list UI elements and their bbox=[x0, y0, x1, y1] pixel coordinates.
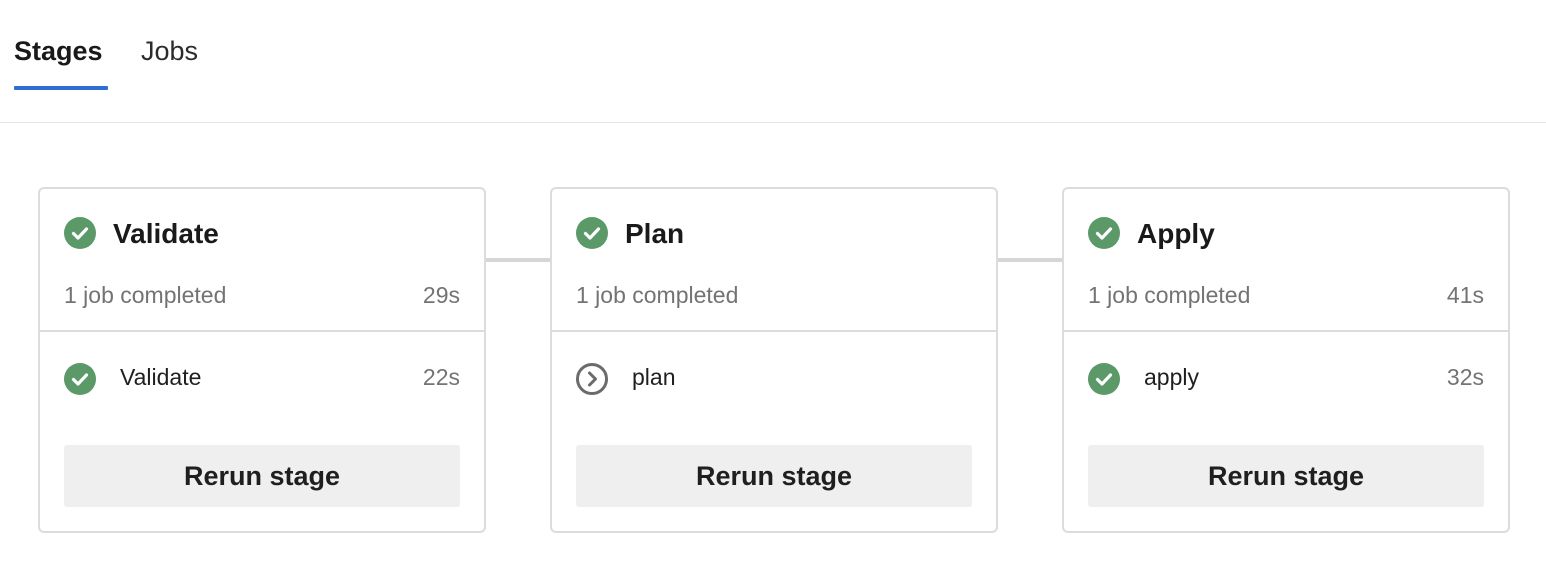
stage-duration: 29s bbox=[422, 282, 460, 308]
tab-bar: Stages Jobs bbox=[0, 0, 1546, 123]
job-name[interactable]: Validate bbox=[120, 362, 201, 392]
success-check-icon bbox=[1088, 363, 1120, 395]
job-duration: 22s bbox=[422, 364, 460, 390]
stage-header: Apply 1 job completed 41s bbox=[1064, 189, 1508, 332]
stage-header: Plan 1 job completed bbox=[552, 189, 996, 332]
rerun-stage-button[interactable]: Rerun stage bbox=[576, 445, 972, 507]
stage-card-validate: Validate 1 job completed 29s Validate 22… bbox=[38, 187, 486, 533]
job-name[interactable]: apply bbox=[1144, 362, 1199, 392]
stage-summary: 1 job completed bbox=[1088, 282, 1251, 308]
job-row[interactable]: plan bbox=[552, 334, 996, 424]
stage-title: Apply bbox=[1137, 218, 1215, 249]
job-row[interactable]: apply 32s bbox=[1064, 334, 1508, 424]
stage-card-plan: Plan 1 job completed plan Rerun stage bbox=[550, 187, 998, 533]
skipped-chevron-icon bbox=[576, 363, 608, 395]
rerun-stage-button[interactable]: Rerun stage bbox=[64, 445, 460, 507]
stage-header: Validate 1 job completed 29s bbox=[40, 189, 484, 332]
stage-title: Validate bbox=[113, 218, 219, 249]
success-check-icon bbox=[1088, 217, 1120, 249]
job-duration: 32s bbox=[1446, 364, 1484, 390]
stage-card-apply: Apply 1 job completed 41s apply 32s Reru… bbox=[1062, 187, 1510, 533]
job-row[interactable]: Validate 22s bbox=[40, 334, 484, 424]
stage-summary: 1 job completed bbox=[576, 282, 739, 308]
stage-summary: 1 job completed bbox=[64, 282, 227, 308]
success-check-icon bbox=[576, 217, 608, 249]
success-check-icon bbox=[64, 217, 96, 249]
stage-connector bbox=[998, 258, 1063, 262]
success-check-icon bbox=[64, 363, 96, 395]
tab-stages[interactable]: Stages bbox=[14, 32, 108, 90]
stage-title: Plan bbox=[625, 218, 685, 249]
tab-jobs[interactable]: Jobs bbox=[141, 32, 198, 90]
job-name[interactable]: plan bbox=[632, 362, 675, 392]
stage-connector bbox=[486, 258, 551, 262]
rerun-stage-button[interactable]: Rerun stage bbox=[1088, 445, 1484, 507]
stage-duration: 41s bbox=[1446, 282, 1484, 308]
